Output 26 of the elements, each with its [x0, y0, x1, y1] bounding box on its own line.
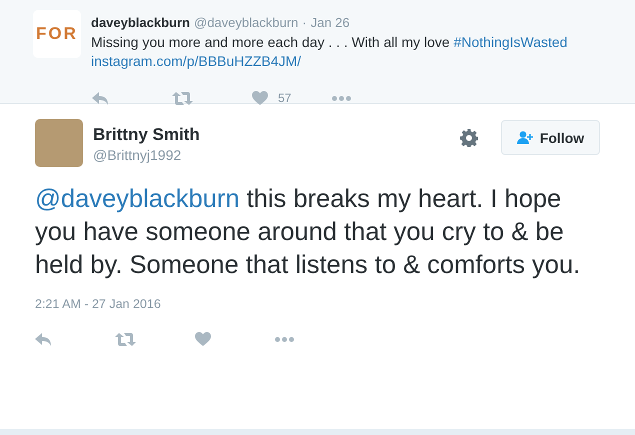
settings-icon[interactable]	[460, 129, 478, 147]
url-link[interactable]: instagram.com/p/BBBuHZZB4JM/	[91, 53, 302, 69]
user-handle[interactable]: @Brittnyj1992	[93, 147, 450, 163]
reply-icon[interactable]	[35, 332, 52, 346]
avatar-photo	[35, 119, 83, 167]
brand-logo: FOR	[33, 10, 81, 58]
follow-button[interactable]: Follow	[501, 120, 600, 155]
more-icon[interactable]	[332, 96, 351, 100]
add-user-icon	[516, 131, 534, 144]
more-icon[interactable]	[275, 336, 294, 342]
tweet-text: Missing you more and more each day . . . With all my love #NothingIsWasted instagram.com/p/BBBuHZZB4JM/	[91, 33, 568, 71]
retweet-icon[interactable]	[115, 332, 136, 346]
reply-icon[interactable]	[92, 92, 109, 104]
user-name[interactable]: Brittny Smith	[93, 125, 450, 145]
heart-icon[interactable]	[252, 91, 268, 105]
mention-link[interactable]: @daveyblackburn	[35, 185, 240, 213]
user-handle: @daveyblackburn	[194, 15, 298, 30]
hashtag-link[interactable]: #NothingIsWasted	[454, 34, 568, 50]
heart-icon[interactable]	[195, 332, 211, 346]
separator: ·	[302, 15, 307, 30]
like-count: 57	[278, 91, 292, 105]
tweet-text: @daveyblackburn this breaks my heart. I hope you have someone around that you cry to & be held by. Someone that listens to & comforts you.	[35, 184, 582, 281]
tweet-timestamp[interactable]: 2:21 AM - 27 Jan 2016	[35, 297, 600, 311]
retweet-icon[interactable]	[172, 92, 193, 104]
tweet-date[interactable]: Jan 26	[310, 15, 350, 30]
user-name[interactable]: daveyblackburn	[91, 15, 190, 30]
